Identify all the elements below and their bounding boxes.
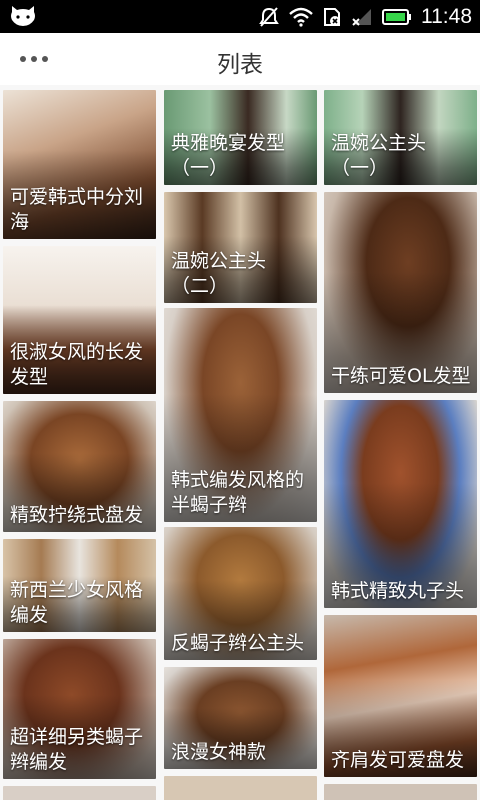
list-item[interactable] bbox=[324, 784, 477, 800]
item-title: 齐肩发可爱盘发 bbox=[331, 749, 465, 771]
list-item[interactable]: 典雅晚宴发型（一） bbox=[164, 90, 317, 185]
list-item[interactable] bbox=[3, 786, 156, 800]
list-item[interactable]: 韩式精致丸子头 bbox=[324, 400, 477, 608]
list-item[interactable]: 可爱韩式中分刘海 bbox=[3, 90, 156, 239]
list-item[interactable]: 干练可爱OL发型 bbox=[324, 192, 477, 393]
list-item[interactable]: 浪漫女神款 bbox=[164, 667, 317, 769]
list-item[interactable]: 温婉公主头（一） bbox=[324, 90, 477, 185]
status-icons: 11:48 bbox=[258, 0, 472, 33]
screen: 11:48 列表 可爱韩式中分刘海 很淑女风的长发发型 精致拧绕式盘发 新西兰少… bbox=[0, 0, 480, 800]
clock: 11:48 bbox=[421, 4, 472, 28]
item-title: 韩式编发风格的半蝎子辫 bbox=[171, 469, 305, 516]
item-title: 温婉公主头（二） bbox=[171, 250, 267, 297]
status-bar: 11:48 bbox=[0, 0, 480, 33]
battery-icon bbox=[382, 8, 411, 25]
hairstyle-grid[interactable]: 可爱韩式中分刘海 很淑女风的长发发型 精致拧绕式盘发 新西兰少女风格编发 超详细… bbox=[0, 85, 480, 800]
list-item[interactable] bbox=[164, 776, 317, 800]
signal-icon bbox=[352, 8, 371, 26]
item-title: 新西兰少女风格编发 bbox=[10, 579, 144, 626]
item-title: 超详细另类蝎子辫编发 bbox=[10, 726, 144, 773]
item-title: 精致拧绕式盘发 bbox=[10, 504, 144, 526]
list-item[interactable]: 齐肩发可爱盘发 bbox=[324, 615, 477, 777]
mute-icon bbox=[259, 6, 279, 27]
page-title: 列表 bbox=[217, 52, 263, 78]
sim-icon bbox=[324, 7, 340, 26]
item-title: 浪漫女神款 bbox=[171, 741, 267, 763]
list-item[interactable]: 很淑女风的长发发型 bbox=[3, 246, 156, 394]
list-item[interactable]: 温婉公主头（二） bbox=[164, 192, 317, 303]
wifi-icon bbox=[289, 7, 313, 27]
list-item[interactable]: 反蝎子辫公主头 bbox=[164, 527, 317, 660]
item-title: 很淑女风的长发发型 bbox=[10, 341, 144, 388]
item-title: 反蝎子辫公主头 bbox=[171, 632, 305, 654]
list-item[interactable]: 超详细另类蝎子辫编发 bbox=[3, 639, 156, 779]
list-item[interactable]: 精致拧绕式盘发 bbox=[3, 401, 156, 532]
cat-icon bbox=[11, 6, 35, 26]
list-item[interactable]: 新西兰少女风格编发 bbox=[3, 539, 156, 632]
item-title: 可爱韩式中分刘海 bbox=[10, 186, 144, 233]
item-title: 典雅晚宴发型（一） bbox=[171, 132, 286, 179]
item-title: 干练可爱OL发型 bbox=[331, 365, 471, 387]
item-title: 温婉公主头（一） bbox=[331, 132, 427, 179]
list-item[interactable]: 韩式编发风格的半蝎子辫 bbox=[164, 308, 317, 522]
title-bar: 列表 bbox=[0, 33, 480, 85]
item-title: 韩式精致丸子头 bbox=[331, 580, 465, 602]
